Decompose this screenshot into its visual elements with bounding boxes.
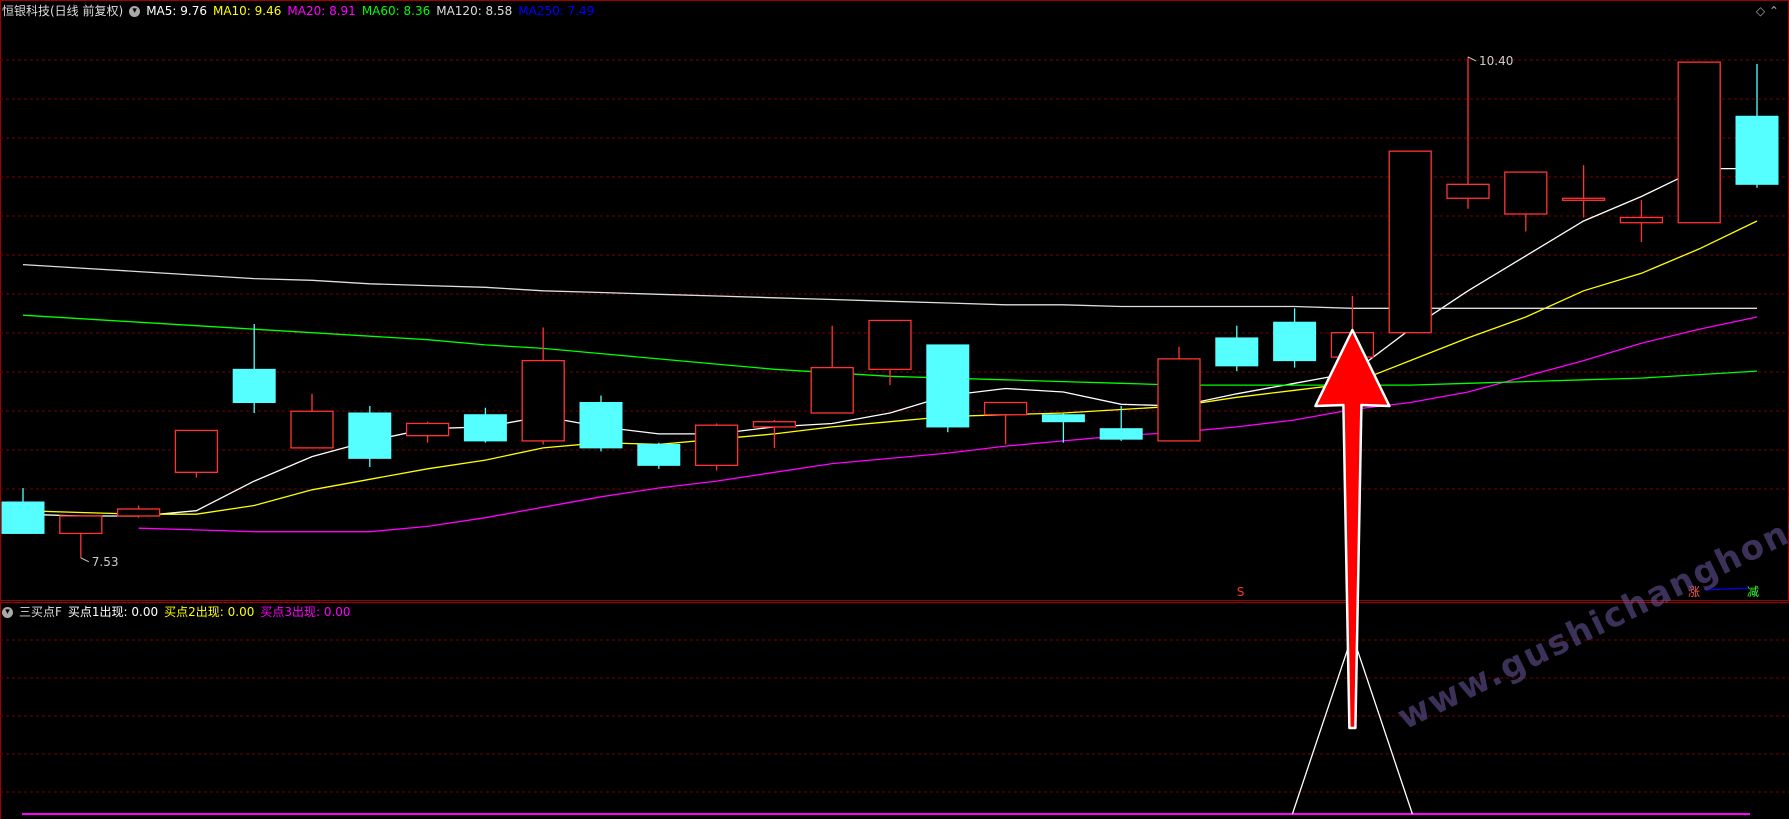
- low-price-label: 7.53: [92, 555, 119, 569]
- candle-body-up: [983, 401, 1028, 416]
- candle-body-down: [1, 501, 45, 534]
- candle-body-down: [926, 344, 970, 428]
- candle-body-up: [1619, 216, 1664, 224]
- candle-body-up: [290, 410, 334, 449]
- ma-legend-item-2: MA20: 8.91: [287, 4, 356, 18]
- candle-body-up: [116, 508, 161, 517]
- indicator-name: 三买点F: [19, 605, 62, 619]
- candle-body-down: [579, 402, 623, 449]
- main-chart-header: 恒银科技(日线 前复权) ▾ MA5: 9.76 MA10: 9.46 MA20: 8.…: [2, 2, 606, 20]
- buy-signal-arrow: [1314, 328, 1391, 730]
- main-panel-frame: [0, 0, 1789, 601]
- collapse-panel-icon[interactable]: ◇ ⌃: [1756, 4, 1779, 18]
- ma-line-ma120: [22, 263, 1757, 309]
- candle-body-up: [1504, 171, 1548, 215]
- candle-body-down: [637, 443, 681, 466]
- candle-body-up: [752, 421, 797, 428]
- ma-legend-item-0: MA5: 9.76: [146, 4, 207, 18]
- indicator-legend-item-1: 买点2出现: 0.00: [164, 605, 255, 619]
- candle-body-up: [694, 424, 739, 466]
- candlestick-chart[interactable]: 10.407.53S 涨减: [0, 0, 1789, 819]
- candle-body-up: [1157, 358, 1201, 442]
- ma-legend-item-5: MA250: 7.49: [518, 4, 595, 18]
- ma-legend-item-1: MA10: 9.46: [212, 4, 282, 18]
- candle-body-down: [1273, 321, 1317, 362]
- ma-legend: MA5: 9.76 MA10: 9.46 MA20: 8.91 MA60: 8.36 M…: [146, 4, 600, 18]
- dropdown-toggle-icon[interactable]: ▾: [129, 6, 141, 17]
- indicator-legend-item-0: 买点1出现: 0.00: [67, 605, 159, 619]
- ma-legend-item-3: MA60: 8.36: [361, 4, 431, 18]
- indicator-toggle-icon[interactable]: ▾: [2, 607, 13, 618]
- candle-body-down: [463, 414, 507, 442]
- candle-body-up: [405, 422, 450, 437]
- indicator-header: ▾ 三买点F 买点1出现: 0.00 买点2出现: 0.00 买点3出现: 0.00: [2, 603, 363, 621]
- candle-body-up: [521, 359, 565, 442]
- candle-body-down: [232, 368, 276, 404]
- candle-body-up: [810, 366, 854, 414]
- candle-body-down: [1735, 115, 1779, 185]
- candle-body-up: [1561, 197, 1606, 201]
- candle-body-up: [1446, 183, 1490, 199]
- candle-body-down: [1099, 428, 1143, 440]
- stock-title: 恒银科技(日线 前复权): [2, 4, 124, 18]
- candle-body-up: [174, 429, 219, 473]
- candle-body-down: [1215, 337, 1259, 367]
- s-signal-marker: S: [1237, 585, 1245, 599]
- candle-body-down: [348, 412, 392, 459]
- low-pointer: [80, 557, 90, 563]
- jian-marker: 减: [1747, 585, 1759, 599]
- ma-legend-item-4: MA120: 8.58: [436, 4, 513, 18]
- candle-body-up: [1677, 61, 1721, 224]
- indicator-legend: 买点1出现: 0.00 买点2出现: 0.00 买点3出现: 0.00: [68, 605, 357, 619]
- high-price-label: 10.40: [1479, 54, 1513, 68]
- candle-body-down: [1041, 414, 1085, 423]
- candle-body-up: [1388, 150, 1432, 334]
- candle-body-up: [868, 319, 912, 370]
- candle-body-up: [59, 515, 103, 535]
- indicator-legend-item-2: 买点3出现: 0.00: [260, 605, 351, 619]
